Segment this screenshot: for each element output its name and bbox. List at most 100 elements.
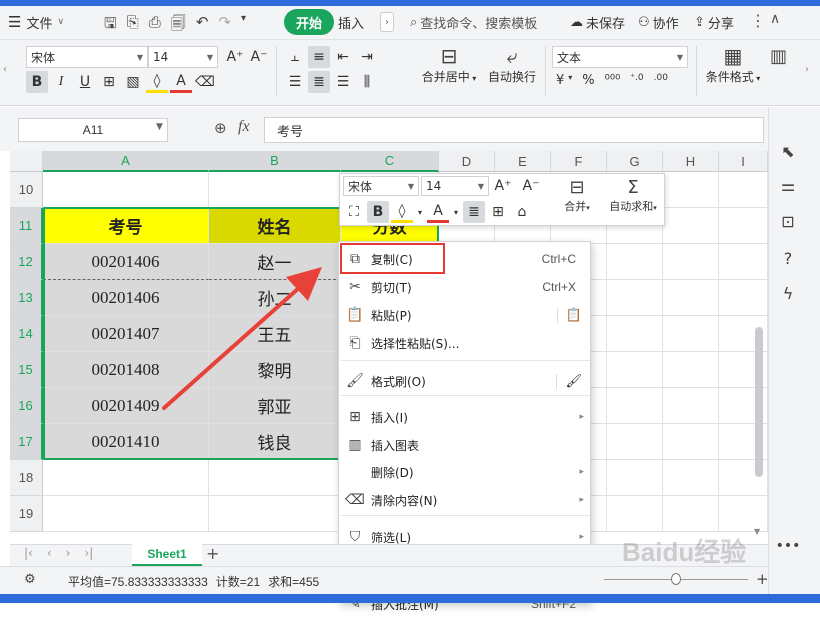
fill-color-icon[interactable]: ◊ xyxy=(146,71,168,93)
row-header[interactable]: 16 xyxy=(10,388,43,424)
zoom-slider-thumb[interactable] xyxy=(671,573,681,585)
save-icon[interactable]: 🖫 xyxy=(104,13,117,38)
add-sheet-icon[interactable]: + xyxy=(206,544,219,563)
ribbon-scroll-right-icon[interactable]: › xyxy=(805,64,809,75)
context-menu-item[interactable]: ⧉ 复制(C) Ctrl+C xyxy=(339,245,592,273)
border-icon[interactable]: ⊞ xyxy=(487,201,509,223)
scroll-down-icon[interactable]: ▼ xyxy=(754,527,760,536)
column-header[interactable]: C xyxy=(341,151,439,172)
quick-access-dropdown-icon[interactable]: ▾ xyxy=(241,13,246,38)
fill-color-icon[interactable]: ◊ xyxy=(391,201,413,223)
cell[interactable] xyxy=(607,316,663,352)
merge-center-button[interactable]: ⊟ 合并居中 ▾ xyxy=(418,44,480,85)
bold-icon[interactable]: B xyxy=(367,201,389,223)
font-grow-icon[interactable]: A⁺ xyxy=(224,46,246,68)
table-cell-id[interactable]: 00201410 xyxy=(43,424,209,460)
column-header[interactable]: B xyxy=(209,151,341,172)
export-pdf-icon[interactable]: ⎘ xyxy=(127,13,139,38)
context-menu-item[interactable]: ✂ 剪切(T) Ctrl+X xyxy=(339,273,592,301)
indent-decrease-icon[interactable]: ⇤ xyxy=(332,46,354,68)
tab-start[interactable]: 开始 xyxy=(284,9,335,35)
cell[interactable] xyxy=(209,496,341,532)
chevron-down-icon[interactable]: ▼ xyxy=(156,122,163,132)
zoom-icon[interactable]: ⊕ xyxy=(214,119,227,137)
cursor-icon[interactable]: ⬉ xyxy=(777,140,799,162)
help-icon[interactable]: ? xyxy=(777,247,799,269)
more-icon[interactable]: ••• xyxy=(776,535,801,557)
cell[interactable] xyxy=(607,244,663,280)
cell[interactable] xyxy=(663,208,719,244)
cell[interactable] xyxy=(663,244,719,280)
first-sheet-icon[interactable]: |‹ xyxy=(24,546,33,560)
context-menu-item[interactable]: 删除(D) ▸ xyxy=(339,458,592,486)
table-header-cell[interactable]: 考号 xyxy=(43,208,209,244)
cell[interactable] xyxy=(663,460,719,496)
column-header[interactable]: F xyxy=(551,151,607,172)
format-brush-icon[interactable]: ⌂ xyxy=(511,201,533,223)
cell[interactable] xyxy=(607,496,663,532)
chevron-down-icon[interactable]: ▾ xyxy=(415,201,425,223)
cell[interactable] xyxy=(663,388,719,424)
zoom-in-icon[interactable]: + xyxy=(756,570,769,588)
row-header[interactable]: 11 xyxy=(10,208,43,244)
font-color-icon[interactable]: A xyxy=(170,71,192,93)
currency-icon[interactable]: ¥ xyxy=(556,73,564,88)
cell[interactable] xyxy=(719,208,768,244)
column-header[interactable]: G xyxy=(607,151,663,172)
format-brush-icon[interactable]: 🖌 xyxy=(556,373,582,389)
indent-increase-icon[interactable]: ⇥ xyxy=(356,46,378,68)
layout-icon[interactable]: ⊡ xyxy=(777,210,799,232)
align-center-icon[interactable]: ≣ xyxy=(308,71,330,93)
conditional-format-button[interactable]: ▦ 条件格式 ▾ xyxy=(702,44,764,85)
clear-format-icon[interactable]: ⌫ xyxy=(194,71,216,93)
cell[interactable] xyxy=(663,424,719,460)
row-header[interactable]: 15 xyxy=(10,352,43,388)
context-menu-item[interactable]: ▥ 插入图表 xyxy=(339,431,592,459)
select-range-icon[interactable]: ⛶ xyxy=(343,201,365,223)
font-size-select[interactable]: 14 ▼ xyxy=(148,46,218,68)
row-header[interactable]: 13 xyxy=(10,280,43,316)
table-style-icon[interactable]: ▥ xyxy=(770,46,787,67)
print-preview-icon[interactable]: 🗐 xyxy=(171,13,186,38)
italic-icon[interactable]: I xyxy=(50,71,72,93)
undo-icon[interactable]: ↶ xyxy=(196,13,209,38)
cell[interactable] xyxy=(719,172,768,208)
bold-icon[interactable]: B xyxy=(26,71,48,93)
cell[interactable] xyxy=(607,460,663,496)
chevron-down-icon[interactable]: ▾ xyxy=(451,201,461,223)
cell[interactable] xyxy=(719,244,768,280)
distribute-icon[interactable]: ⫼ xyxy=(356,71,378,93)
increase-decimal-icon[interactable]: ⁺.0 xyxy=(630,73,643,88)
align-top-icon[interactable]: ⫠ xyxy=(284,46,306,68)
vertical-scrollbar-thumb[interactable] xyxy=(755,327,763,477)
thousands-icon[interactable]: ⁰⁰⁰ xyxy=(605,73,621,88)
next-sheet-icon[interactable]: › xyxy=(66,546,71,560)
cell[interactable] xyxy=(43,460,209,496)
wrap-text-button[interactable]: ⤶ 自动换行 xyxy=(484,44,540,85)
context-menu-item[interactable]: ⌫ 清除内容(N) ▸ xyxy=(339,486,592,514)
column-header[interactable]: A xyxy=(43,151,209,172)
mini-autosum-button[interactable]: Σ 自动求和▾ xyxy=(604,177,662,214)
share-button[interactable]: ⇪ 分享 xyxy=(694,9,734,35)
context-menu-item[interactable]: 📋 粘贴(P) 📋 xyxy=(339,301,592,329)
font-grow-icon[interactable]: A⁺ xyxy=(492,175,514,197)
mini-merge-button[interactable]: ⊟ 合并▾ xyxy=(560,177,594,214)
font-color-icon[interactable]: A xyxy=(427,201,449,223)
column-header[interactable]: H xyxy=(663,151,719,172)
cell[interactable] xyxy=(663,496,719,532)
sheet-tab-sheet1[interactable]: Sheet1 xyxy=(132,544,202,566)
cell[interactable] xyxy=(663,316,719,352)
cell[interactable] xyxy=(719,280,768,316)
column-header[interactable]: D xyxy=(439,151,495,172)
font-shrink-icon[interactable]: A⁻ xyxy=(520,175,542,197)
column-header[interactable]: I xyxy=(719,151,768,172)
cell[interactable] xyxy=(43,172,209,208)
row-header[interactable]: 17 xyxy=(10,424,43,460)
more-options-icon[interactable]: ⋮ xyxy=(750,11,766,30)
cell-style-icon[interactable]: ▧ xyxy=(122,71,144,93)
border-icon[interactable]: ⊞ xyxy=(98,71,120,93)
context-menu-item[interactable]: ⎗ 选择性粘贴(S)... xyxy=(339,329,592,357)
unsaved-status[interactable]: ☁ 未保存 xyxy=(570,9,625,35)
column-header[interactable]: E xyxy=(495,151,551,172)
row-header[interactable]: 18 xyxy=(10,460,43,496)
